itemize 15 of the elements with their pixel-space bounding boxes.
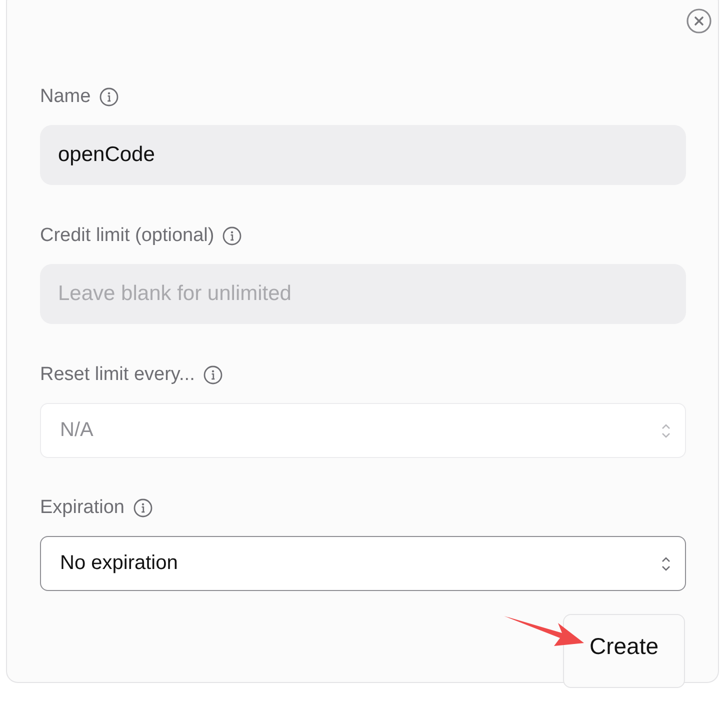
select-field[interactable]: No expiration [40, 536, 686, 591]
chevron-icon [661, 556, 671, 572]
input-field[interactable]: openCode [40, 125, 686, 185]
info-icon[interactable] [98, 87, 119, 107]
info-icon[interactable] [222, 226, 242, 246]
field-label: Expiration [40, 497, 124, 519]
arrow-icon [504, 614, 584, 648]
close-icon[interactable] [686, 8, 712, 34]
field-label: Name [40, 86, 91, 108]
field-label: Credit limit (optional) [40, 225, 214, 247]
info-icon[interactable] [202, 365, 223, 385]
info-icon[interactable] [132, 498, 152, 518]
field-label: Reset limit every... [40, 364, 195, 386]
chevron-icon [661, 422, 671, 438]
create-button[interactable]: Create [563, 614, 685, 688]
